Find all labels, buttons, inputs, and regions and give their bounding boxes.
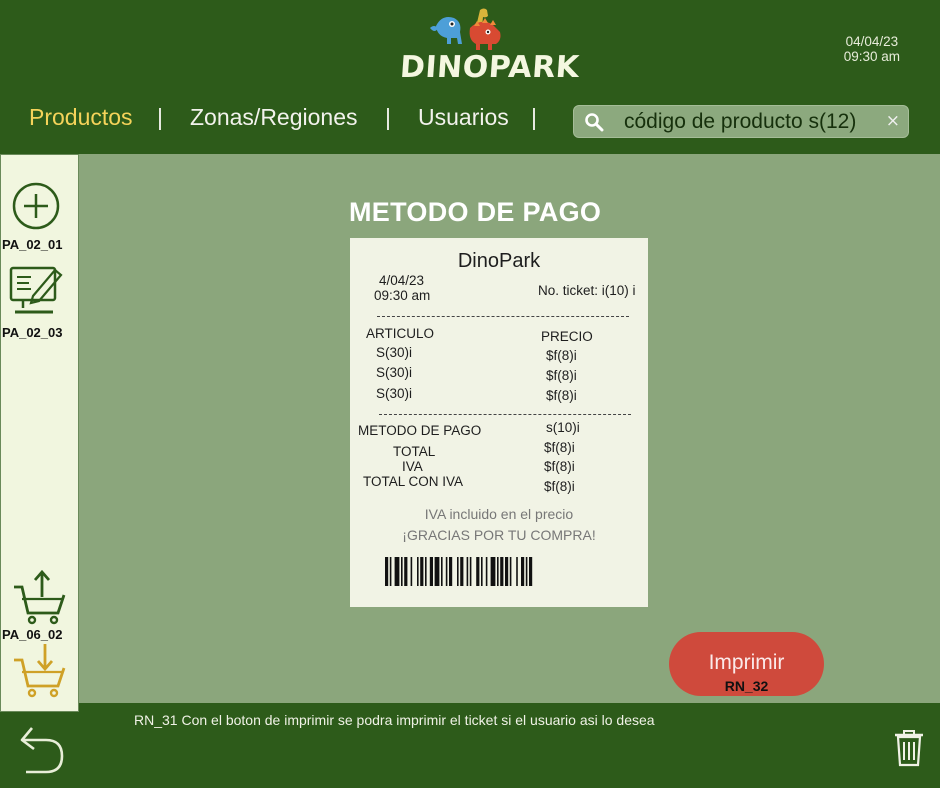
ticket-item-price: $f(8)i (546, 388, 577, 403)
search-input[interactable] (624, 108, 889, 136)
print-button-code: RN_32 (724, 678, 769, 694)
ticket-payment-value: s(10)i (546, 420, 580, 435)
header-time: 09:30 am (843, 49, 900, 64)
ticket-date: 4/04/23 (379, 273, 425, 288)
ticket-item-name: S(30)i (376, 345, 413, 360)
ticket-total-label: TOTAL (393, 444, 436, 459)
sidebar-item-pa-02-03[interactable]: PA_02_03 (2, 325, 62, 340)
ticket-divider (379, 414, 631, 415)
barcode-icon (385, 557, 533, 586)
print-button-label: Imprimir (708, 651, 785, 674)
payment-ticket: DinoPark 4/04/23 09:30 am No. ticket: i(… (350, 238, 648, 607)
ticket-divider (377, 316, 629, 317)
nav-item-usuarios[interactable]: Usuarios (418, 104, 509, 131)
logo-text: DINOPARK (398, 50, 581, 85)
clear-search-icon[interactable]: × (886, 111, 900, 131)
ticket-item-price: $f(8)i (546, 368, 577, 383)
ticket-iva-label: IVA (402, 459, 423, 474)
ticket-total-iva-value: $f(8)i (544, 479, 575, 494)
ticket-item-name: S(30)i (376, 386, 413, 401)
trash-icon[interactable] (893, 729, 925, 767)
ticket-iva-note: IVA incluido en el precio (424, 506, 574, 522)
nav-item-productos[interactable]: Productos (29, 104, 133, 131)
add-circle-icon[interactable] (12, 182, 60, 230)
nav-separator: | (157, 104, 163, 130)
search-icon[interactable] (584, 112, 604, 132)
ticket-thanks: ¡GRACIAS POR TU COMPRA! (402, 527, 596, 543)
nav-separator: | (531, 104, 537, 130)
header-datetime: 04/04/23 09:30 am (844, 34, 900, 64)
nav-separator: | (385, 104, 391, 130)
cart-upload-icon[interactable] (12, 569, 68, 625)
ticket-total-iva-label: TOTAL CON IVA (363, 474, 464, 489)
ticket-number: No. ticket: i(10) i (538, 283, 636, 298)
dinosaurs-logo-icon (430, 8, 501, 50)
ticket-col-price: PRECIO (541, 329, 593, 344)
ticket-payment-label: METODO DE PAGO (358, 423, 482, 438)
search-bar: × (573, 105, 909, 138)
ticket-col-item: ARTICULO (366, 326, 435, 341)
dinopark-logo[interactable]: DINOPARK (398, 6, 581, 85)
sidebar: PA_02_01 PA_02_03 PA_06_02 (0, 154, 79, 712)
ticket-store-name: DinoPark (457, 250, 541, 272)
page-title: METODO DE PAGO (349, 197, 602, 227)
ticket-item-name: S(30)i (376, 365, 413, 380)
back-arrow-icon[interactable] (18, 724, 66, 774)
print-button[interactable]: Imprimir RN_32 (669, 632, 824, 696)
footer-note: RN_31 Con el boton de imprimir se podra … (134, 712, 655, 728)
edit-document-icon[interactable] (9, 262, 65, 316)
ticket-total-value: $f(8)i (544, 440, 575, 455)
ticket-iva-value: $f(8)i (544, 459, 575, 474)
ticket-item-price: $f(8)i (546, 348, 577, 363)
nav-item-zonas-regiones[interactable]: Zonas/Regiones (190, 104, 358, 131)
sidebar-item-pa-06-02[interactable]: PA_06_02 (2, 627, 62, 642)
cart-download-icon[interactable] (12, 642, 68, 698)
header-date: 04/04/23 (845, 34, 899, 49)
ticket-time: 09:30 am (374, 288, 431, 303)
sidebar-item-pa-02-01[interactable]: PA_02_01 (2, 237, 62, 252)
